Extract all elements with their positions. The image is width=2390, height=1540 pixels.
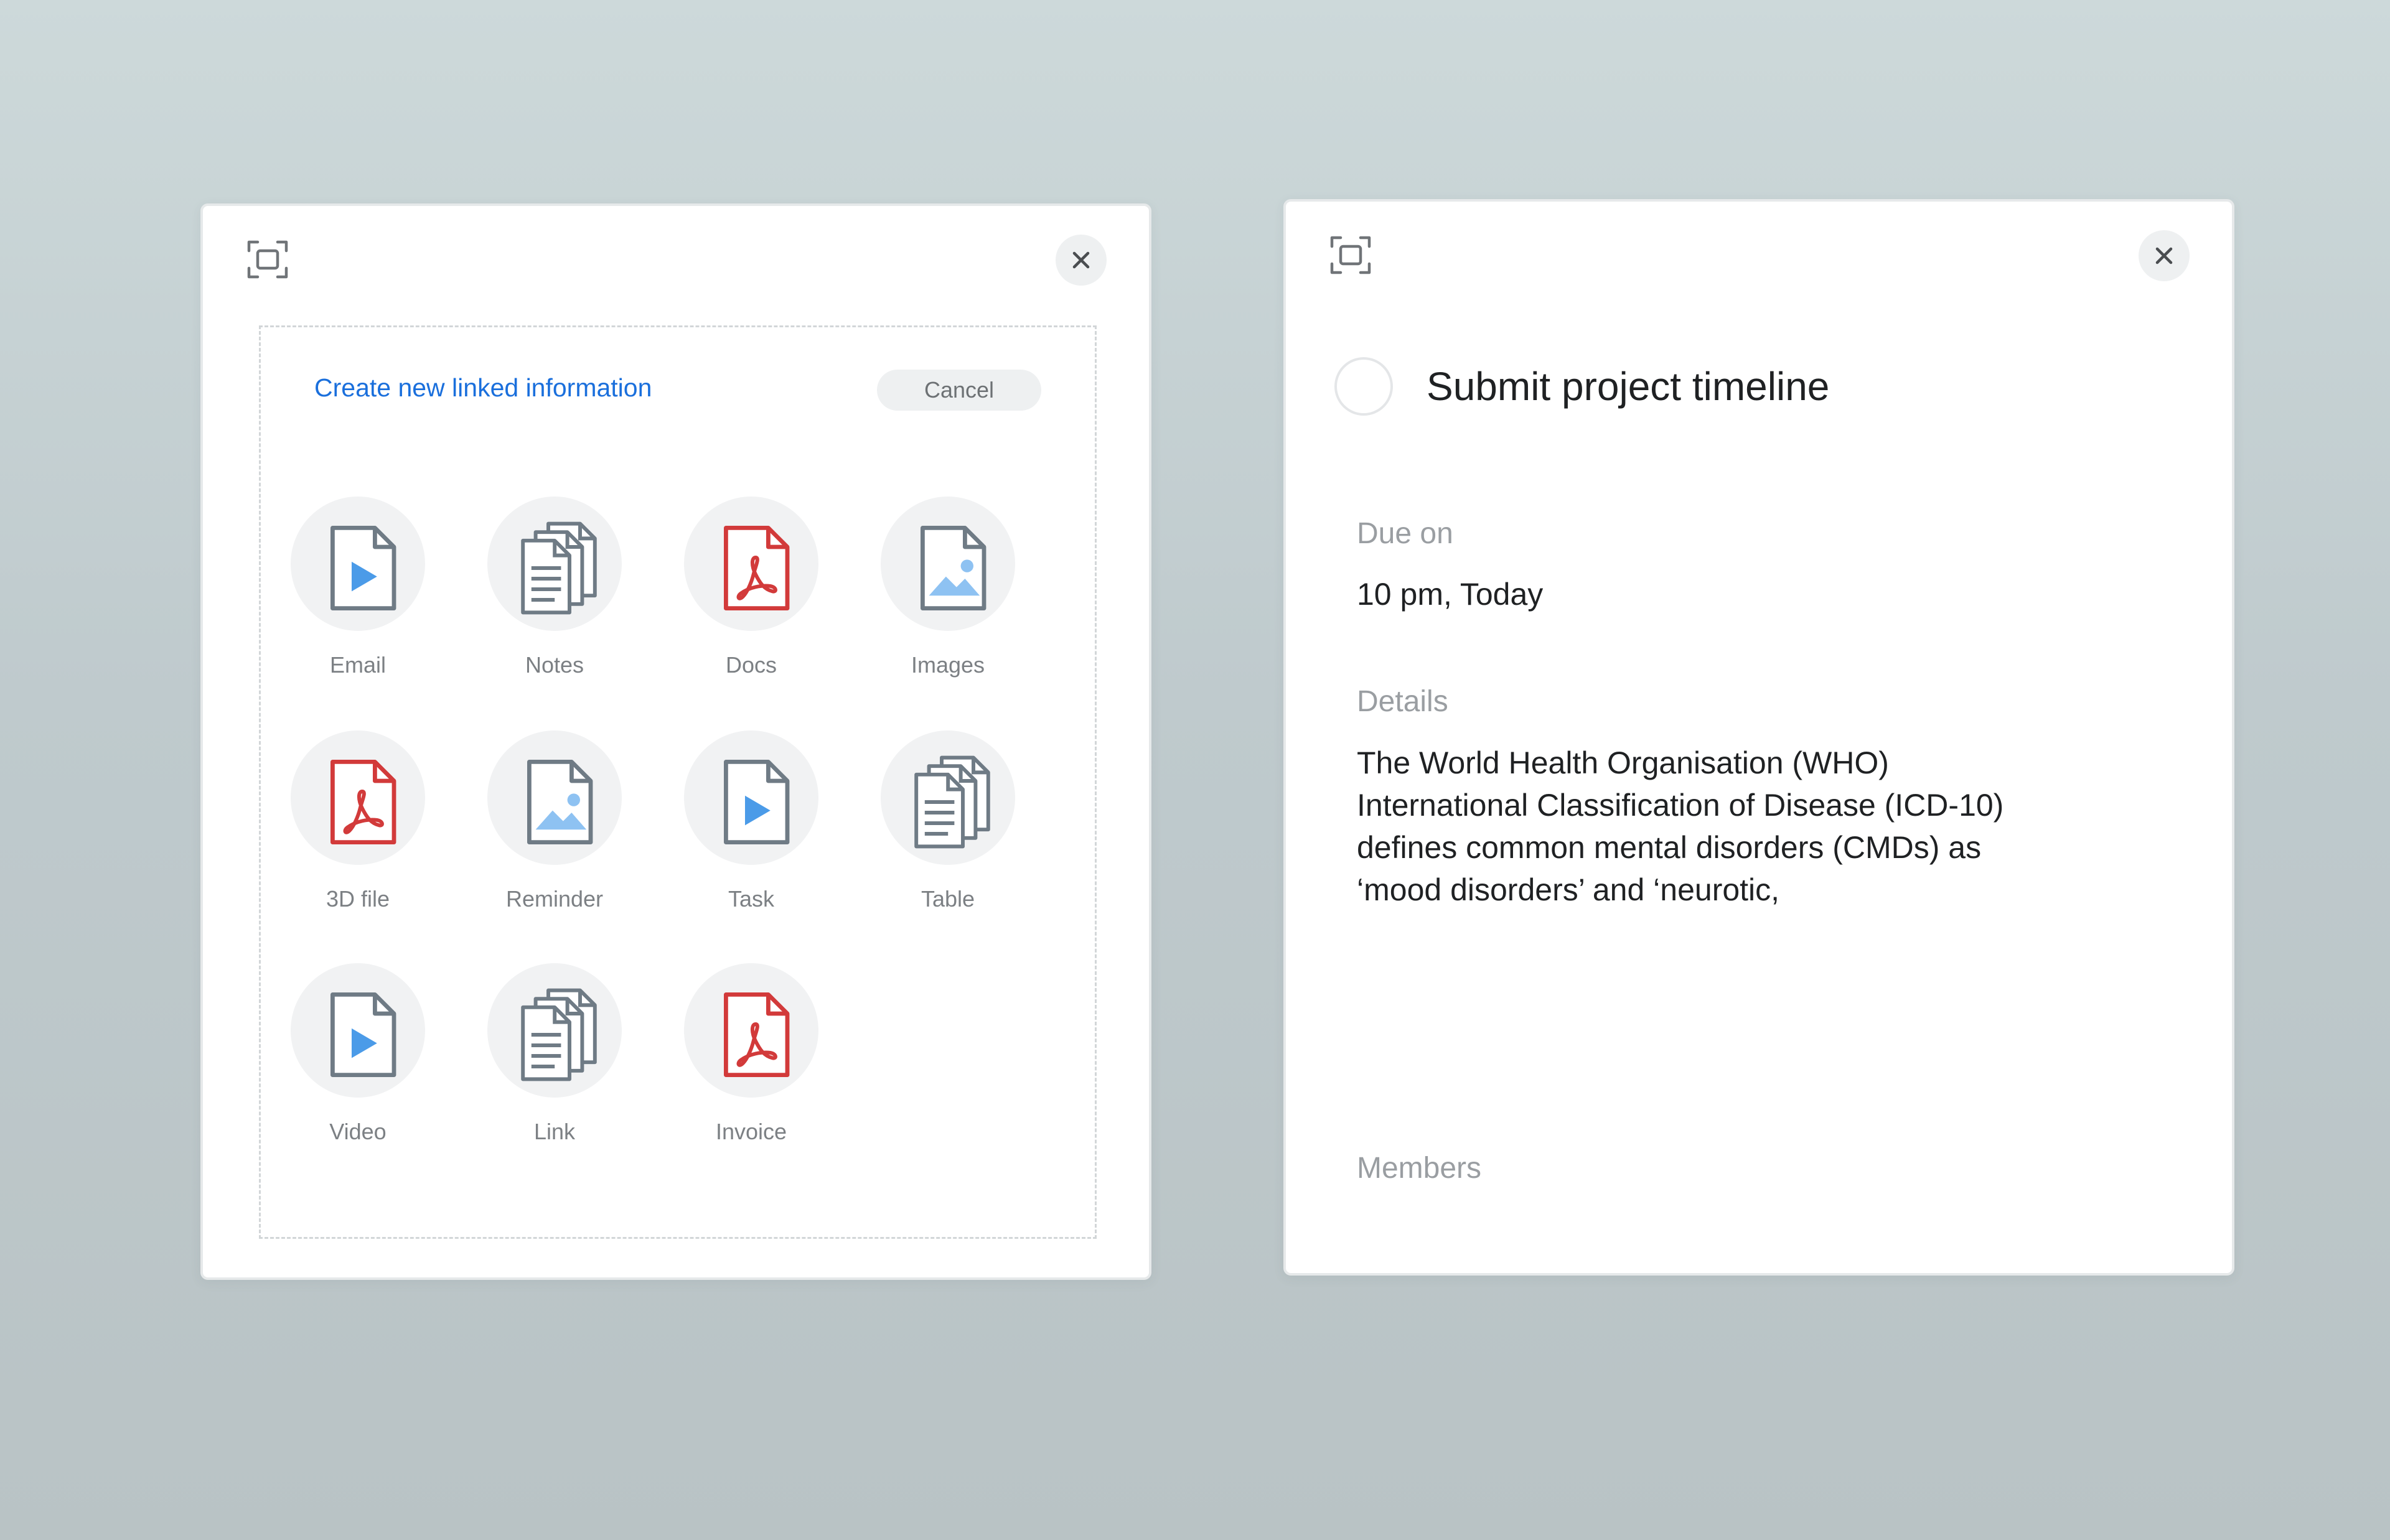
item-tile-email[interactable]: Email	[265, 497, 451, 696]
documents-icon	[487, 963, 622, 1098]
item-tile-label: Video	[329, 1119, 387, 1144]
item-tile-label: Link	[533, 1119, 576, 1144]
close-icon	[2155, 247, 2173, 264]
documents-icon	[881, 730, 1015, 865]
item-tile-task[interactable]: Task	[658, 730, 845, 930]
item-tile-label: Table	[921, 886, 975, 912]
close-button[interactable]	[2139, 230, 2190, 281]
item-tile-label: Email	[329, 652, 387, 678]
item-tile-link[interactable]: Link	[461, 963, 648, 1162]
item-tile-label: Reminder	[505, 886, 604, 912]
item-tile-notes[interactable]: Notes	[461, 497, 648, 696]
members-label: Members	[1357, 1152, 1482, 1185]
item-tile-docs[interactable]: Docs	[658, 497, 845, 696]
item-tile-label: Docs	[725, 652, 777, 678]
item-tile-reminder[interactable]: Reminder	[461, 730, 648, 930]
item-tile-video[interactable]: Video	[265, 963, 451, 1162]
details-line: ‘mood disorders’ and ‘neurotic,	[1357, 872, 1780, 907]
item-tile-label: 3D file	[326, 886, 390, 912]
item-tile-label: Invoice	[715, 1119, 787, 1144]
cancel-button[interactable]: Cancel	[877, 370, 1041, 411]
task-complete-checkbox[interactable]	[1334, 357, 1393, 416]
details-text: The World Health Organisation (WHO) Inte…	[1357, 742, 2166, 911]
expand-icon[interactable]	[245, 237, 290, 282]
details-line: The World Health Organisation (WHO)	[1357, 745, 1889, 780]
item-tile-label: Notes	[525, 652, 584, 678]
create-new-linked-info-link[interactable]: Create new linked information	[314, 373, 652, 403]
create-linked-panel: Create new linked information Cancel Ema…	[200, 203, 1151, 1280]
video-file-icon	[684, 730, 818, 865]
due-on-label: Due on	[1357, 517, 1453, 550]
video-file-icon	[291, 497, 425, 631]
expand-icon[interactable]	[1328, 233, 1373, 278]
video-file-icon	[291, 963, 425, 1098]
pdf-file-icon	[291, 730, 425, 865]
linked-info-dropzone: Create new linked information Cancel Ema…	[259, 325, 1097, 1239]
close-button[interactable]	[1056, 235, 1107, 286]
image-file-icon	[881, 497, 1015, 631]
due-on-value: 10 pm, Today	[1357, 577, 1544, 612]
documents-icon	[487, 497, 622, 631]
item-tile-label: Task	[728, 886, 775, 912]
details-label: Details	[1357, 685, 1448, 718]
details-line: defines common mental disorders (CMDs) a…	[1357, 830, 1982, 865]
task-title: Submit project timeline	[1427, 364, 1830, 409]
item-tile-label: Images	[911, 652, 985, 678]
item-tile-table[interactable]: Table	[855, 730, 1041, 930]
details-line: International Classification of Disease …	[1357, 788, 2004, 823]
pdf-file-icon	[684, 497, 818, 631]
task-detail-panel: Submit project timeline Due on 10 pm, To…	[1283, 199, 2234, 1276]
pdf-file-icon	[684, 963, 818, 1098]
item-tile-invoice[interactable]: Invoice	[658, 963, 845, 1162]
item-tile-3d-file[interactable]: 3D file	[265, 730, 451, 930]
image-file-icon	[487, 730, 622, 865]
close-icon	[1072, 251, 1090, 269]
item-tile-images[interactable]: Images	[855, 497, 1041, 696]
